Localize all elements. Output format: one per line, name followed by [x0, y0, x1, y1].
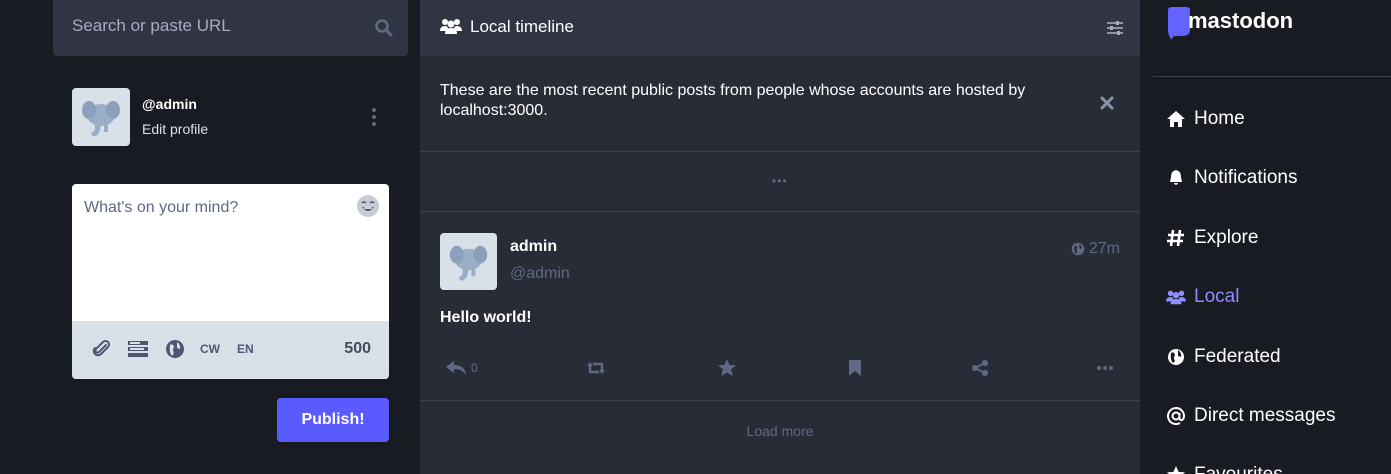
brand-name: mastodon: [1188, 8, 1294, 33]
users-icon: [440, 19, 462, 34]
nav-federated-label: Federated: [1194, 346, 1281, 367]
users-icon: [1166, 290, 1186, 305]
nav-direct-messages-label: Direct messages: [1194, 405, 1336, 426]
compose-toolbar: CW EN 500: [72, 321, 389, 379]
globe-icon: [1168, 349, 1184, 365]
content-warning-button[interactable]: CW: [200, 342, 220, 356]
at-sign-icon: [1167, 407, 1186, 426]
globe-icon: [1071, 242, 1085, 256]
publish-button[interactable]: Publish!: [277, 398, 389, 442]
nav-favourites[interactable]: Favourites: [1166, 460, 1283, 474]
notice-text: These are the most recent public posts f…: [440, 82, 1026, 119]
nav-home[interactable]: Home: [1166, 104, 1245, 134]
nav-explore[interactable]: Explore: [1166, 223, 1258, 253]
compose-textarea[interactable]: What's on your mind?: [84, 199, 238, 217]
elephant-avatar-icon: [449, 245, 488, 281]
bookmark-icon: [849, 360, 861, 376]
status-timestamp[interactable]: 27m: [1071, 240, 1120, 258]
close-icon[interactable]: [1099, 95, 1115, 111]
nav-favourites-label: Favourites: [1194, 464, 1283, 474]
column-header[interactable]: Local timeline: [420, 0, 1140, 56]
emoji-picker-icon[interactable]: [355, 193, 381, 219]
language-button[interactable]: EN: [237, 342, 254, 356]
more-vertical-icon[interactable]: [368, 106, 380, 128]
star-icon: [718, 359, 736, 376]
mastodon-logo[interactable]: mastodon: [1166, 6, 1366, 46]
home-icon: [1167, 111, 1185, 127]
timeline-column: Local timeline These are the most recent…: [420, 0, 1140, 474]
ellipsis-icon: [1097, 366, 1113, 370]
poll-icon[interactable]: [127, 339, 149, 359]
timeline-notice: These are the most recent public posts f…: [420, 56, 1140, 152]
avatar[interactable]: [72, 88, 130, 146]
nav-local[interactable]: Local: [1166, 282, 1239, 312]
bookmark-button[interactable]: [848, 357, 862, 379]
boost-button[interactable]: [586, 357, 606, 379]
edit-profile-link[interactable]: Edit profile: [142, 121, 208, 137]
sliders-icon[interactable]: [1105, 18, 1125, 38]
nav-local-label: Local: [1194, 286, 1240, 307]
nav-direct-messages[interactable]: Direct messages: [1166, 401, 1336, 431]
attach-icon[interactable]: [92, 339, 112, 359]
load-more-button[interactable]: Load more: [420, 401, 1140, 461]
nav-federated[interactable]: Federated: [1166, 342, 1281, 372]
avatar[interactable]: [440, 233, 497, 290]
search-box[interactable]: Search or paste URL: [53, 0, 408, 56]
share-button[interactable]: [971, 357, 989, 379]
favourite-button[interactable]: [717, 357, 737, 379]
star-icon: [1167, 466, 1185, 474]
account-card: @admin Edit profile: [72, 88, 392, 146]
nav-explore-label: Explore: [1194, 227, 1259, 248]
elephant-avatar-icon: [82, 101, 120, 137]
ellipsis-icon[interactable]: •••: [772, 174, 788, 188]
account-handle[interactable]: @admin: [142, 96, 197, 112]
status-content: Hello world!: [440, 309, 532, 326]
nav-notifications[interactable]: Notifications: [1166, 163, 1298, 193]
column-title: Local timeline: [470, 17, 574, 36]
boost-icon: [587, 362, 605, 374]
hashtag-icon: [1167, 229, 1184, 247]
compose-form: What's on your mind? CW EN 500: [72, 184, 389, 379]
nav-notifications-label: Notifications: [1194, 167, 1298, 188]
share-icon: [972, 360, 988, 376]
reply-count: 0: [471, 361, 478, 375]
search-icon[interactable]: [374, 18, 394, 38]
reply-button[interactable]: 0: [445, 357, 478, 379]
search-input[interactable]: Search or paste URL: [72, 16, 231, 36]
status-handle[interactable]: @admin: [510, 265, 570, 283]
bell-icon: [1170, 170, 1182, 185]
globe-icon[interactable]: [165, 339, 185, 359]
nav-home-label: Home: [1194, 108, 1245, 129]
status-time-text: 27m: [1088, 240, 1120, 257]
more-button[interactable]: [1096, 357, 1114, 379]
character-counter: 500: [344, 340, 371, 357]
status-item[interactable]: admin @admin 27m Hello world! 0: [420, 212, 1140, 401]
divider: [1153, 76, 1391, 77]
status-display-name[interactable]: admin: [510, 238, 557, 256]
reply-icon: [446, 361, 466, 375]
load-gap[interactable]: •••: [420, 152, 1140, 212]
